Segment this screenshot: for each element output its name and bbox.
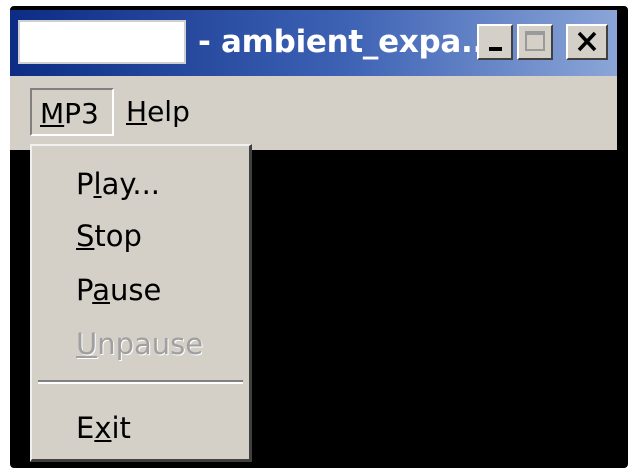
menu-item-exit[interactable]: Exit <box>76 408 131 448</box>
menu-item-stop[interactable]: Stop <box>76 216 142 256</box>
menu-mp3-label-post: P3 <box>64 97 99 130</box>
menu-bar: MP3 Help <box>10 76 617 150</box>
menu-item-exit-pre: E <box>76 411 95 445</box>
menu-mp3[interactable]: MP3 <box>30 88 114 136</box>
menu-item-exit-post: it <box>111 411 131 445</box>
menu-mp3-label-key: M <box>40 97 65 130</box>
window-title: - ambient_expa... <box>198 24 496 60</box>
menu-item-pause-key: a <box>92 273 110 307</box>
menu-item-play-post: ay... <box>101 167 161 201</box>
mp3-dropdown-menu: Play... Stop Pause Unpause Exit <box>30 144 252 462</box>
minimize-button[interactable] <box>477 24 513 60</box>
title-input-box[interactable] <box>18 20 186 64</box>
menu-item-unpause-post: npause <box>97 327 204 361</box>
menu-item-unpause: Unpause <box>76 324 203 364</box>
minimize-icon <box>489 47 502 51</box>
menu-item-pause-pre: P <box>76 273 93 307</box>
close-icon <box>577 31 597 52</box>
menu-item-stop-key: S <box>76 219 95 253</box>
menu-item-play[interactable]: Play... <box>76 164 160 204</box>
menu-item-unpause-key: U <box>76 327 98 361</box>
menu-item-play-key: l <box>93 167 102 201</box>
menu-help[interactable]: Help <box>118 88 198 136</box>
menu-separator <box>38 380 243 384</box>
menu-item-pause-post: use <box>109 273 162 307</box>
menu-item-stop-post: top <box>94 219 142 253</box>
maximize-button[interactable] <box>517 24 553 60</box>
close-button[interactable] <box>566 24 608 60</box>
maximize-icon <box>525 31 545 51</box>
menu-help-label-post: elp <box>147 95 190 128</box>
menu-item-play-pre: P <box>76 167 94 201</box>
title-bar[interactable]: - ambient_expa... <box>10 10 617 76</box>
menu-help-label-key: H <box>126 95 148 128</box>
menu-item-exit-key: x <box>94 411 112 445</box>
menu-item-pause[interactable]: Pause <box>76 270 161 310</box>
